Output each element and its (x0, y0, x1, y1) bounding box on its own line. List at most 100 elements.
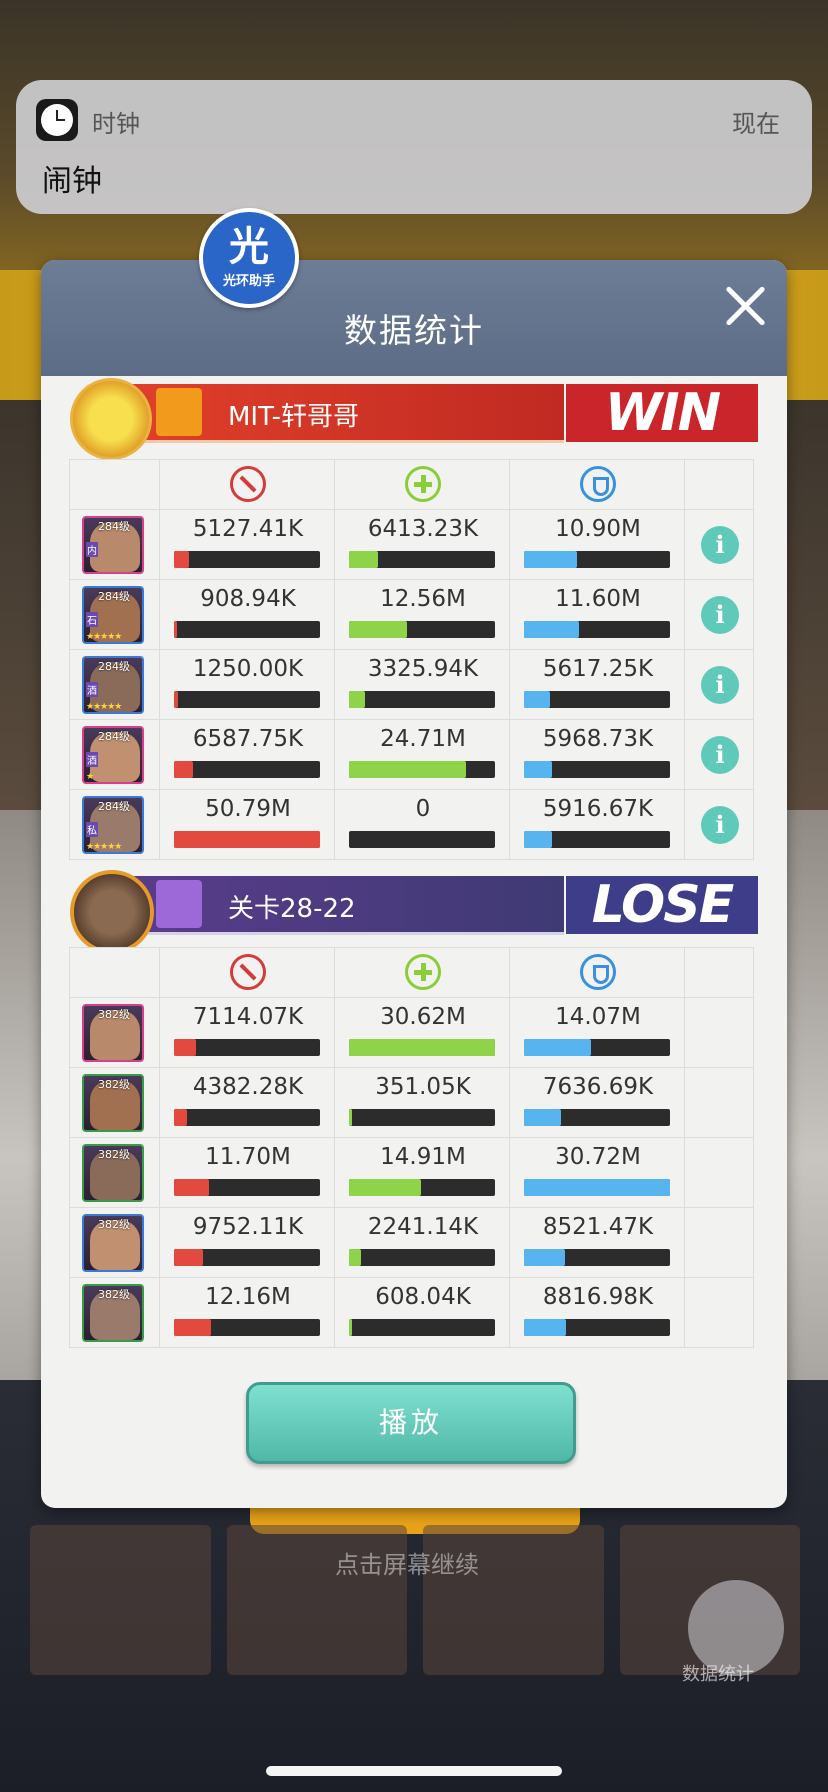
stats-button-label: 数据统计 (682, 1664, 754, 1685)
stats-table-win: 284级内 5127.41K 6413.23K 10.90M i 284级石 ★★★★★ 90… (69, 459, 758, 860)
heal-bar (349, 761, 495, 778)
damage-bar (174, 1249, 320, 1266)
damage-bar (174, 761, 320, 778)
info-icon[interactable]: i (701, 596, 739, 634)
shield-bar (524, 551, 670, 568)
heal-bar-fill (349, 1039, 495, 1056)
heal-bar-fill (349, 1319, 352, 1336)
hero-level: 284级 (98, 520, 130, 533)
hero-level: 284级 (98, 800, 130, 813)
damage-bar (174, 831, 320, 848)
hero-level: 382级 (98, 1148, 130, 1161)
damage-bar-fill (174, 761, 193, 778)
shield-value: 8816.98K (542, 1284, 654, 1310)
home-indicator[interactable] (266, 1766, 562, 1776)
shield-value: 8521.47K (542, 1214, 654, 1240)
heal-value: 6413.23K (367, 516, 479, 542)
hero-level: 382级 (98, 1218, 130, 1231)
heal-value: 24.71M (380, 726, 466, 752)
table-row: 284级酒 ★★★★★ 1250.00K 3325.94K 5617.25K i (69, 649, 758, 720)
notification-app-name: 时钟 (92, 110, 140, 138)
table-row: 284级私 ★★★★★ 50.79M 0 5916.67K i (69, 789, 758, 860)
team-banner-lose: 关卡28-22 LOSE (70, 870, 758, 954)
shield-bar-fill (524, 551, 577, 568)
hero-portrait[interactable]: 382级 (82, 1004, 144, 1062)
hero-portrait[interactable]: 284级内 (82, 516, 144, 574)
shield-value: 11.60M (555, 586, 641, 612)
hero-faction-tag: 酒 (86, 682, 98, 697)
heal-value: 3325.94K (367, 656, 479, 682)
result-badge: LOSE (566, 875, 758, 935)
info-icon[interactable]: i (701, 666, 739, 704)
shield-bar (524, 761, 670, 778)
notification-banner[interactable]: 时钟 现在 闹钟 (16, 80, 812, 214)
notification-message: 闹钟 (42, 164, 102, 199)
damage-bar-fill (174, 621, 177, 638)
team-flag-icon (156, 880, 202, 928)
player-avatar (70, 378, 152, 460)
hero-stars: ★★★★★ (86, 702, 122, 712)
stats-header-row (69, 459, 758, 510)
damage-bar-fill (174, 691, 179, 708)
shield-value: 30.72M (555, 1144, 641, 1170)
heal-bar (349, 621, 495, 638)
table-row: 382级 7114.07K 30.62M 14.07M (69, 997, 758, 1068)
hero-portrait[interactable]: 382级 (82, 1214, 144, 1272)
heal-bar (349, 1249, 495, 1266)
hero-portrait[interactable]: 382级 (82, 1144, 144, 1202)
damage-bar (174, 1179, 320, 1196)
shield-value: 5617.25K (542, 656, 654, 682)
damage-bar-fill (174, 1039, 196, 1056)
heal-icon (405, 954, 441, 990)
hero-portrait[interactable]: 284级石 ★★★★★ (82, 586, 144, 644)
shield-bar (524, 1249, 670, 1266)
table-row: 284级石 ★★★★★ 908.94K 12.56M 11.60M i (69, 579, 758, 650)
info-icon[interactable]: i (701, 736, 739, 774)
team-flag-icon (156, 388, 202, 436)
heal-bar-fill (349, 621, 408, 638)
damage-value: 11.70M (205, 1144, 291, 1170)
heal-bar-fill (349, 691, 366, 708)
heal-bar (349, 1319, 495, 1336)
heal-bar-fill (349, 1179, 421, 1196)
heal-value: 12.56M (380, 586, 466, 612)
heal-value: 608.04K (375, 1284, 471, 1310)
damage-value: 50.79M (205, 796, 291, 822)
shield-bar (524, 621, 670, 638)
damage-icon (230, 466, 266, 502)
hero-level: 284级 (98, 590, 130, 603)
damage-bar (174, 1109, 320, 1126)
heal-bar-fill (349, 1109, 352, 1126)
play-button[interactable]: 播放 (246, 1382, 576, 1464)
hero-portrait[interactable]: 284级酒 ★ (82, 726, 144, 784)
shield-bar-fill (524, 1109, 561, 1126)
team-banner-win: MIT-轩哥哥 WIN (70, 378, 758, 460)
clock-icon (36, 99, 78, 141)
shield-bar (524, 1039, 670, 1056)
enemy-avatar (70, 870, 154, 954)
shield-bar-fill (524, 621, 580, 638)
hero-portrait[interactable]: 284级酒 ★★★★★ (82, 656, 144, 714)
hero-portrait[interactable]: 284级私 ★★★★★ (82, 796, 144, 854)
damage-bar-fill (174, 1249, 204, 1266)
shield-bar (524, 1109, 670, 1126)
hero-portrait[interactable]: 382级 (82, 1074, 144, 1132)
shield-icon (580, 466, 616, 502)
damage-bar-fill (174, 1179, 210, 1196)
table-row: 382级 9752.11K 2241.14K 8521.47K (69, 1207, 758, 1278)
heal-value: 14.91M (380, 1144, 466, 1170)
hero-stars: ★★★★★ (86, 842, 122, 852)
info-icon[interactable]: i (701, 806, 739, 844)
heal-value: 351.05K (375, 1074, 471, 1100)
logo-label: 光环助手 (222, 274, 275, 289)
shield-bar (524, 831, 670, 848)
hero-portrait[interactable]: 382级 (82, 1284, 144, 1342)
close-icon[interactable] (721, 282, 769, 330)
info-icon[interactable]: i (701, 526, 739, 564)
heal-bar (349, 831, 495, 848)
heal-bar-fill (349, 1249, 361, 1266)
damage-value: 908.94K (200, 586, 296, 612)
damage-bar-fill (174, 1319, 211, 1336)
result-badge: WIN (566, 383, 758, 443)
shield-bar-fill (524, 691, 551, 708)
